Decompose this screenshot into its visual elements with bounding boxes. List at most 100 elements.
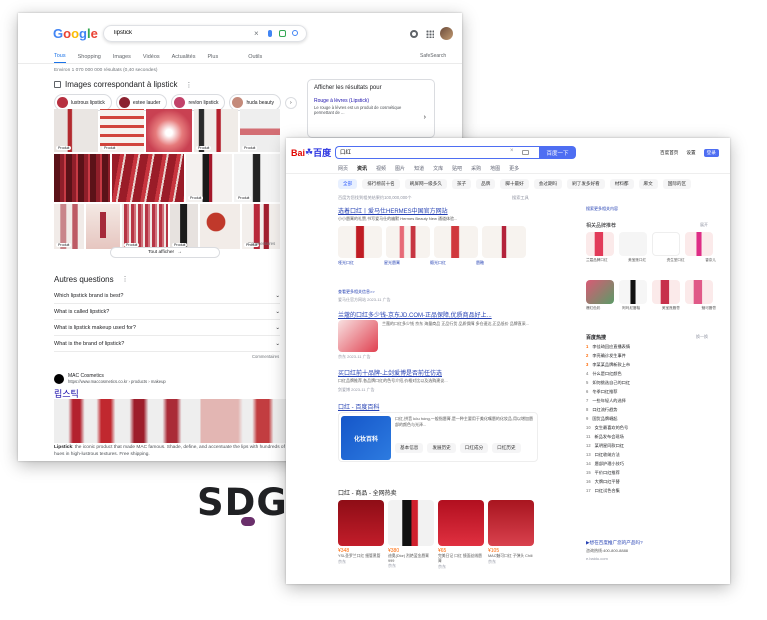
brand-caption[interactable]: 美宝莲唇膏 (662, 306, 680, 311)
hot-item[interactable]: 12 某明星同款口红 (586, 443, 716, 452)
brand-image[interactable] (619, 280, 647, 304)
tab-purchase[interactable]: 采购 (471, 165, 481, 172)
comments-link[interactable]: Commentaires (252, 354, 279, 359)
tab-news[interactable]: Actualités (172, 54, 196, 63)
hot-item[interactable]: 15 平价口红推荐 (586, 470, 716, 479)
chip[interactable]: 刷屏网一级多久 (404, 179, 447, 189)
shop-item[interactable]: ¥348 YSL圣罗兰口红 细管黑管 京东 (338, 548, 384, 565)
brand-caption[interactable]: 美宝莲口红 (628, 258, 646, 263)
tab-videos[interactable]: Vidéos (143, 54, 160, 63)
baike-tag[interactable]: 基本信息 (395, 443, 424, 453)
lens-icon[interactable] (279, 30, 286, 37)
google-logo[interactable]: Google (53, 26, 98, 41)
hot-item[interactable]: 13 口红收纳方法 (586, 452, 716, 461)
hot-item[interactable]: 7 一些年轻人的选择 (586, 398, 716, 407)
chip[interactable]: 全部 (338, 179, 358, 189)
aside-link[interactable]: Rouge à lèvres (Lipstick) (314, 98, 428, 104)
baidu-search-button[interactable]: 百度一下 (539, 146, 576, 159)
tab-images[interactable]: Images (113, 54, 131, 63)
result-title[interactable]: 兰蔻的口红多少钱-京东JD.COM-正品保障,优质商品好上... (338, 310, 492, 319)
tab-web[interactable]: 网页 (338, 165, 348, 172)
shop-item-image[interactable] (438, 500, 484, 546)
brand-caption[interactable]: 兰蔻品牌口红 (586, 258, 608, 263)
shop-item-image[interactable] (338, 500, 384, 546)
hot-refresh[interactable]: 换一换 (696, 334, 708, 340)
hot-item[interactable]: 14 唇部护理小技巧 (586, 461, 716, 470)
apps-icon[interactable] (426, 30, 434, 38)
chip[interactable]: 排行榜前十名 (362, 179, 400, 189)
product-label[interactable]: 哑光口红 (338, 260, 354, 266)
chip[interactable]: 脚十最好 (500, 179, 529, 189)
settings-link[interactable]: 设置 (686, 150, 695, 156)
search-tools[interactable]: 搜索工具 (512, 195, 529, 201)
hot-item[interactable]: 3 李某某品牌新款上市 (586, 362, 716, 371)
chevron-right-icon[interactable]: › (424, 114, 426, 121)
baike-tag[interactable]: 口红历史 (492, 443, 521, 453)
hot-item[interactable]: 4 什么是口红颜色 (586, 371, 716, 380)
show-all-button[interactable]: Tout afficher → (110, 247, 220, 258)
tab-images[interactable]: 图片 (395, 165, 405, 172)
comments-link[interactable]: Commentaires (248, 241, 275, 246)
brand-caption[interactable]: 魅可唇膏 (702, 306, 716, 311)
result-title[interactable]: 选着口红丨爱马仕HERMES中国官方网站 (338, 206, 448, 215)
image-result[interactable]: Produit (234, 154, 280, 202)
clear-icon[interactable]: × (254, 29, 259, 38)
tab-tools[interactable]: Outils (248, 54, 262, 63)
more-link[interactable]: 查看更多相关信息>> (338, 289, 375, 295)
brand-image[interactable] (652, 232, 680, 256)
search-input[interactable] (340, 149, 460, 155)
hot-item[interactable]: 16 大牌口红平替 (586, 479, 716, 488)
brand-caption[interactable]: 爆红色彩 (586, 306, 600, 311)
brand-image[interactable] (619, 232, 647, 256)
image-result[interactable]: Produit (54, 204, 84, 249)
baidu-logo[interactable]: Bai ☘ 百度 (291, 146, 331, 159)
faq-item[interactable]: Which lipstick brand is best? ⌄ (54, 288, 280, 304)
baike-video[interactable]: 化妆百科 (341, 416, 391, 460)
image-result[interactable] (146, 109, 192, 152)
product-label[interactable]: 唇釉 (476, 260, 484, 266)
result-title[interactable]: 口红 - 百度百科 (338, 402, 379, 411)
tab-more[interactable]: Plus (208, 54, 219, 63)
brand-caption[interactable]: 香奈儿 (705, 258, 716, 263)
image-result[interactable]: Produit (240, 109, 280, 152)
camera-icon[interactable] (522, 150, 529, 155)
tab-news[interactable]: 资讯 (357, 165, 367, 172)
chip[interactable]: 刷了发多好看 (567, 179, 605, 189)
product-label[interactable]: 缎光口红 (430, 260, 446, 266)
brand-image[interactable] (586, 232, 614, 256)
brand-image[interactable] (685, 232, 713, 256)
product-image[interactable] (386, 226, 430, 258)
chip[interactable]: 品牌 (476, 179, 496, 189)
image-result[interactable]: Produit (186, 154, 232, 202)
chip[interactable]: 孩子 (451, 179, 472, 189)
shop-item[interactable]: ¥65 完美日记 口红 镜面丝绒唇膏 京东 (438, 548, 484, 570)
settings-icon[interactable] (410, 30, 418, 38)
hot-item[interactable]: 5 如何挑选自己的口红 (586, 380, 716, 389)
image-result[interactable] (54, 154, 110, 202)
result-thumb[interactable] (338, 320, 378, 352)
image-result[interactable] (86, 204, 120, 249)
search-icon[interactable] (292, 30, 298, 36)
image-result[interactable]: Produit (122, 204, 168, 249)
shop-title[interactable]: 口红 - 商品 - 全网热卖 (338, 488, 397, 497)
shop-item-image[interactable] (488, 500, 534, 546)
brand-image[interactable] (586, 280, 614, 304)
image-result[interactable]: Produit (54, 109, 98, 152)
tab-zhidao[interactable]: 知道 (414, 165, 424, 172)
tab-more[interactable]: 更多 (509, 165, 519, 172)
image-result[interactable]: Produit (194, 109, 238, 152)
brand-image[interactable] (685, 280, 713, 304)
image-result[interactable]: Produit (100, 109, 144, 152)
shop-item[interactable]: ¥380 迪奥(Dior) 烈艳蓝金唇膏 999 京东 (388, 548, 434, 569)
mic-icon[interactable] (268, 30, 272, 37)
login-button[interactable]: 登录 (703, 149, 719, 157)
hot-item[interactable]: 8 口红流行趋势 (586, 407, 716, 416)
chip[interactable]: 会过期吗 (533, 179, 563, 189)
more-options-icon[interactable]: ⋮ (186, 81, 193, 89)
product-label[interactable]: 星光唇膏 (384, 260, 400, 266)
faq-item[interactable]: What is the brand of lipstick? ⌄ (54, 336, 280, 352)
mac-images[interactable] (54, 399, 290, 443)
expand-link[interactable]: 展开 (700, 222, 708, 228)
tab-map[interactable]: 地图 (490, 165, 500, 172)
chip[interactable]: 材料都 (609, 179, 634, 189)
